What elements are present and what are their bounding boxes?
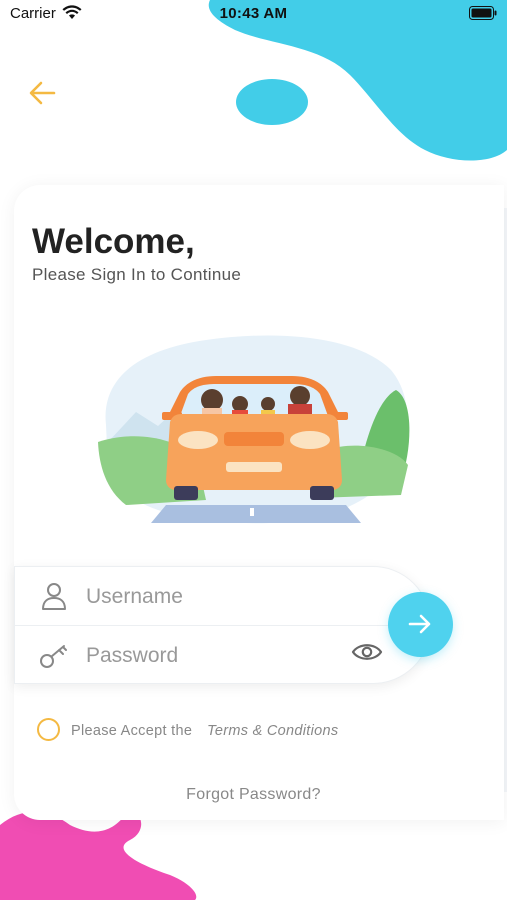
username-input[interactable] [86, 581, 336, 613]
clock: 10:43 AM [219, 5, 288, 22]
family-car-illustration [98, 335, 410, 524]
password-input[interactable] [86, 640, 336, 672]
eye-icon[interactable] [351, 641, 383, 663]
terms-prefix: Please Accept the [71, 723, 193, 739]
welcome-title: Welcome, [32, 222, 195, 261]
field-divider [15, 625, 400, 626]
back-button[interactable] [26, 78, 60, 108]
forgot-password-link[interactable]: Forgot Password? [0, 786, 507, 804]
key-icon [40, 645, 67, 668]
status-bar: Carrier 10:43 AM [0, 0, 507, 28]
battery-icon [469, 6, 497, 20]
arrow-right-icon [408, 614, 431, 634]
submit-button[interactable] [388, 592, 453, 657]
terms-radio[interactable] [37, 718, 60, 741]
arrow-left-icon [29, 81, 56, 105]
terms-link[interactable]: Terms & Conditions [207, 723, 338, 739]
person-icon [42, 583, 66, 610]
login-form [14, 566, 431, 684]
welcome-subtitle: Please Sign In to Continue [32, 265, 242, 284]
